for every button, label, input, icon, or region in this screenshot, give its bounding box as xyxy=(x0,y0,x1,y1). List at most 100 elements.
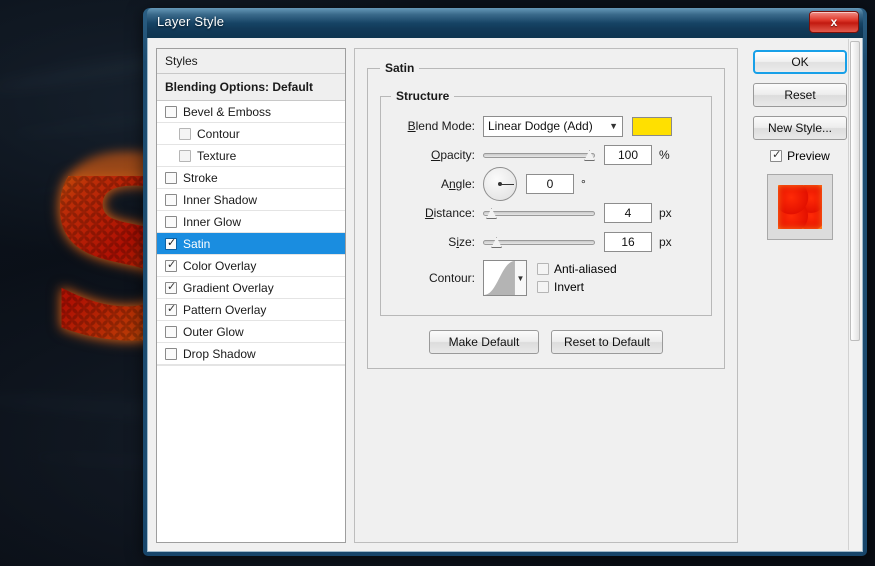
style-item-checkbox[interactable] xyxy=(179,149,191,162)
style-item-label: Outer Glow xyxy=(183,324,244,339)
main-column: Satin Structure Blend Mode: Linear Dodge… xyxy=(354,48,738,543)
styles-list: Bevel & Emboss Contour Texture Stroke Inner … xyxy=(157,101,345,365)
dialog-titlebar[interactable]: Layer Style x xyxy=(147,8,863,38)
style-item-inner-glow[interactable]: Inner Glow xyxy=(157,211,345,233)
style-item-color-overlay[interactable]: Color Overlay xyxy=(157,255,345,277)
blend-mode-label: Blend Mode: xyxy=(407,119,475,133)
style-item-checkbox[interactable] xyxy=(165,280,177,294)
size-slider[interactable] xyxy=(483,235,595,249)
style-item-checkbox[interactable] xyxy=(165,105,177,118)
dialog-scrollbar[interactable] xyxy=(848,39,861,550)
contour-label: Contour: xyxy=(428,271,475,285)
style-item-gradient-overlay[interactable]: Gradient Overlay xyxy=(157,277,345,299)
anti-aliased-label: Anti-aliased xyxy=(554,262,617,276)
blend-mode-row: Blend Mode: Linear Dodge (Add) ▼ xyxy=(391,113,701,139)
style-item-checkbox[interactable] xyxy=(165,302,177,316)
style-item-label: Inner Glow xyxy=(183,214,242,229)
style-item-bevel-emboss[interactable]: Bevel & Emboss xyxy=(157,101,345,123)
style-item-label: Gradient Overlay xyxy=(183,280,274,295)
invert-label: Invert xyxy=(554,280,585,294)
close-icon[interactable]: x xyxy=(809,11,859,33)
satin-panel: Satin Structure Blend Mode: Linear Dodge… xyxy=(354,48,738,543)
angle-unit: ° xyxy=(581,177,586,191)
distance-input[interactable] xyxy=(604,203,652,223)
blend-mode-select[interactable]: Linear Dodge (Add) ▼ xyxy=(483,115,623,137)
opacity-slider-track xyxy=(483,153,595,158)
style-item-checkbox[interactable] xyxy=(165,258,177,272)
size-label: Size: xyxy=(448,235,475,249)
reset-button[interactable]: Reset xyxy=(753,83,847,107)
style-item-checkbox[interactable] xyxy=(165,171,177,184)
ok-button[interactable]: OK xyxy=(753,50,847,74)
contour-row: Contour: ▼ Anti-aliased Invert xyxy=(391,258,701,298)
satin-group-title: Satin xyxy=(385,61,415,75)
opacity-row: Opacity: % xyxy=(391,142,701,168)
style-item-label: Color Overlay xyxy=(183,258,257,273)
anti-aliased-checkbox[interactable] xyxy=(537,263,549,275)
contour-curve-preview xyxy=(484,261,514,295)
style-item-texture[interactable]: Texture xyxy=(157,145,345,167)
distance-slider[interactable] xyxy=(483,206,595,220)
style-item-contour[interactable]: Contour xyxy=(157,123,345,145)
style-item-label: Satin xyxy=(183,236,211,251)
styles-list-empty-area xyxy=(157,365,345,542)
blending-options-item[interactable]: Blending Options: Default xyxy=(157,74,345,101)
style-item-checkbox[interactable] xyxy=(165,215,177,228)
style-item-checkbox[interactable] xyxy=(165,325,177,338)
style-item-checkbox[interactable] xyxy=(165,236,177,250)
style-item-pattern-overlay[interactable]: Pattern Overlay xyxy=(157,299,345,321)
styles-panel: Styles Blending Options: Default Bevel &… xyxy=(156,48,346,543)
style-item-checkbox[interactable] xyxy=(179,127,191,140)
style-item-satin[interactable]: Satin xyxy=(157,233,345,255)
dialog-body: Styles Blending Options: Default Bevel &… xyxy=(147,38,863,552)
style-item-checkbox[interactable] xyxy=(165,193,177,206)
reset-to-default-button[interactable]: Reset to Default xyxy=(550,330,664,354)
distance-row: Distance: px xyxy=(391,200,701,226)
style-item-outer-glow[interactable]: Outer Glow xyxy=(157,321,345,343)
size-input[interactable] xyxy=(604,232,652,252)
preview-label: Preview xyxy=(787,149,830,163)
make-default-button[interactable]: Make Default xyxy=(428,330,539,354)
contour-preset-picker[interactable]: ▼ xyxy=(483,260,527,296)
chevron-down-icon[interactable]: ▼ xyxy=(514,261,526,295)
opacity-slider[interactable] xyxy=(483,148,595,162)
distance-slider-track xyxy=(483,211,595,216)
preview-option[interactable]: Preview xyxy=(770,148,830,163)
blend-color-swatch[interactable] xyxy=(632,116,672,136)
size-row: Size: px xyxy=(391,229,701,255)
styles-column: Styles Blending Options: Default Bevel &… xyxy=(156,48,346,543)
style-item-stroke[interactable]: Stroke xyxy=(157,167,345,189)
angle-dial-hand xyxy=(500,184,514,185)
distance-unit: px xyxy=(659,206,672,220)
style-item-checkbox[interactable] xyxy=(165,347,177,360)
blend-mode-value: Linear Dodge (Add) xyxy=(488,119,593,133)
angle-row: Angle: ° xyxy=(391,167,701,201)
preview-thumbnail-image xyxy=(778,185,822,229)
angle-dial[interactable] xyxy=(483,167,517,201)
style-item-label: Contour xyxy=(197,126,240,141)
size-unit: px xyxy=(659,235,672,249)
contour-options: Anti-aliased Invert xyxy=(537,262,617,294)
style-item-label: Texture xyxy=(197,148,237,163)
preview-checkbox[interactable] xyxy=(770,148,783,162)
invert-checkbox[interactable] xyxy=(537,281,549,293)
dialog-title: Layer Style xyxy=(157,14,225,29)
angle-dial-hub xyxy=(498,182,502,186)
opacity-input[interactable] xyxy=(604,145,652,165)
new-style-button[interactable]: New Style... xyxy=(753,116,847,140)
style-item-label: Pattern Overlay xyxy=(183,302,267,317)
anti-aliased-option[interactable]: Anti-aliased xyxy=(537,262,617,276)
actions-column: OK Reset New Style... Preview xyxy=(746,48,854,543)
invert-option[interactable]: Invert xyxy=(537,280,617,294)
angle-label: Angle: xyxy=(440,177,475,191)
satin-group: Satin Structure Blend Mode: Linear Dodge… xyxy=(367,61,725,369)
style-item-label: Drop Shadow xyxy=(183,346,256,361)
layer-style-dialog: Layer Style x Styles Blending Options: D… xyxy=(143,8,867,556)
opacity-label: Opacity: xyxy=(430,148,475,162)
distance-label: Distance: xyxy=(424,206,475,220)
dialog-scrollbar-thumb[interactable] xyxy=(850,41,860,341)
angle-input[interactable] xyxy=(526,174,574,194)
style-item-drop-shadow[interactable]: Drop Shadow xyxy=(157,343,345,365)
style-item-inner-shadow[interactable]: Inner Shadow xyxy=(157,189,345,211)
opacity-unit: % xyxy=(659,148,670,162)
